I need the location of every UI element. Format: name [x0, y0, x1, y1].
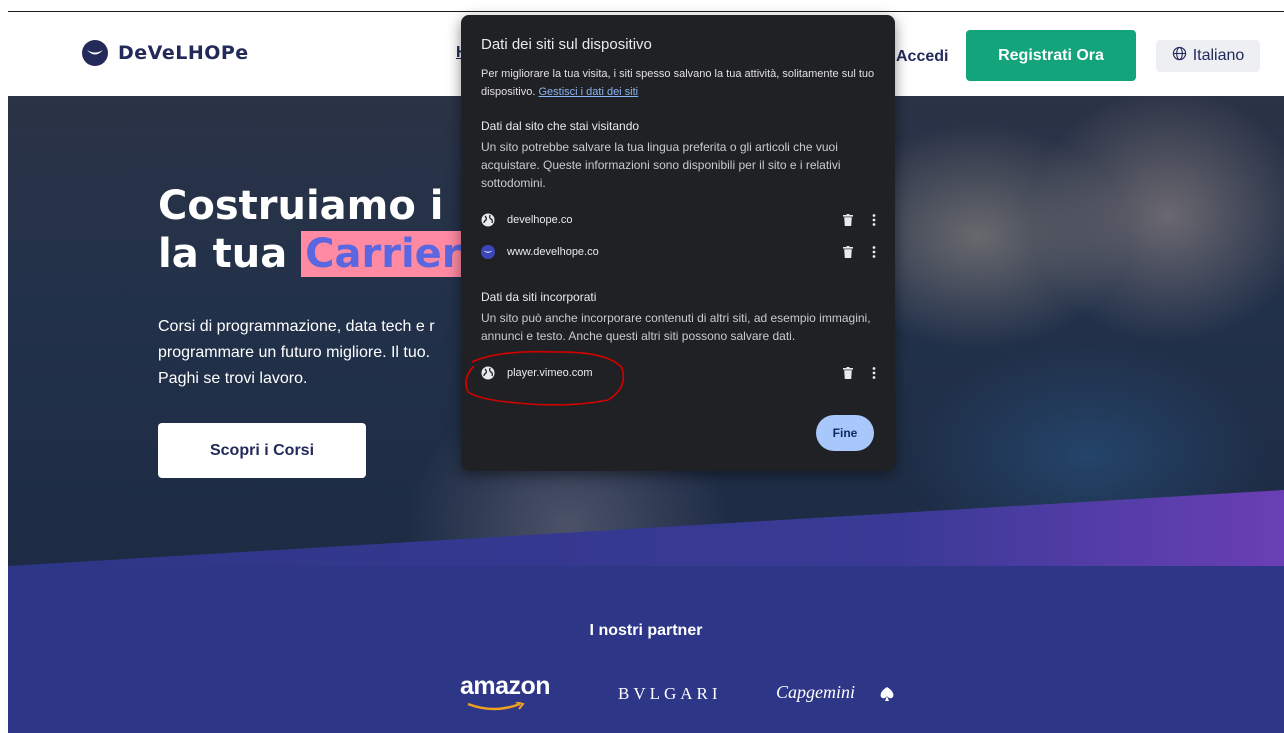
trash-icon[interactable]	[841, 213, 855, 227]
develhope-favicon-icon	[481, 245, 495, 259]
site-row-vimeo: player.vimeo.com	[481, 362, 881, 384]
partner-logo-capgemini: Capgemini	[776, 682, 855, 702]
language-selector[interactable]: Italiano	[1156, 40, 1260, 72]
discover-courses-button[interactable]: Scopri i Corsi	[158, 423, 366, 478]
register-button[interactable]: Registrati Ora	[966, 30, 1136, 81]
globe-icon	[481, 213, 495, 227]
brand-name: DeVeLHOPe	[118, 42, 249, 64]
hero-title-line2: la tua Carrier	[158, 230, 466, 278]
site-name: www.develhope.co	[507, 246, 599, 258]
partners-section: I nostri partner amazon BVLGARI Capgemin…	[8, 566, 1284, 733]
partner-logo-bulgari: BVLGARI	[618, 684, 722, 703]
login-link[interactable]: Accedi	[896, 48, 948, 66]
amazon-smile-icon	[467, 702, 525, 711]
browser-top-edge	[0, 0, 1284, 12]
embedded-sites-section-title: Dati da siti incorporati	[481, 290, 597, 304]
hero-title-line1: Costruiamo i	[158, 183, 444, 229]
capgemini-spade-icon	[880, 687, 894, 701]
hero-title-highlight: Carrier	[301, 231, 466, 277]
popup-description: Per migliorare la tua visita, i siti spe…	[481, 65, 881, 101]
popup-title: Dati dei siti sul dispositivo	[481, 36, 652, 53]
globe-icon	[481, 366, 495, 380]
manage-site-data-link[interactable]: Gestisci i dati dei siti	[538, 86, 638, 98]
language-label: Italiano	[1192, 47, 1245, 64]
brand-logo[interactable]: DeVeLHOPe	[82, 40, 249, 66]
develhope-logo-icon	[82, 40, 108, 66]
globe-icon	[1172, 46, 1187, 66]
site-data-popup: Dati dei siti sul dispositivo Per miglio…	[461, 15, 895, 471]
more-vert-icon[interactable]	[867, 245, 881, 259]
more-vert-icon[interactable]	[867, 213, 881, 227]
site-name: develhope.co	[507, 214, 573, 226]
hero-title-prefix: la tua	[158, 231, 302, 277]
more-vert-icon[interactable]	[867, 366, 881, 380]
site-name: player.vimeo.com	[507, 367, 593, 379]
partners-title: I nostri partner	[589, 622, 703, 639]
partner-logo-amazon: amazon	[460, 672, 551, 700]
visited-site-section-description: Un sito potrebbe salvare la tua lingua p…	[481, 140, 841, 190]
hero-subtitle: Corsi di programmazione, data tech e r p…	[158, 318, 435, 387]
site-row-develhope: develhope.co	[481, 209, 881, 231]
visited-site-section-title: Dati dal sito che stai visitando	[481, 119, 640, 133]
hero-title: Costruiamo i la tua Carrier	[158, 182, 466, 278]
trash-icon[interactable]	[841, 366, 855, 380]
embedded-sites-section-description: Un sito può anche incorporare contenuti …	[481, 311, 871, 343]
trash-icon[interactable]	[841, 245, 855, 259]
done-button[interactable]: Fine	[816, 415, 874, 451]
site-row-www-develhope: www.develhope.co	[481, 241, 881, 263]
